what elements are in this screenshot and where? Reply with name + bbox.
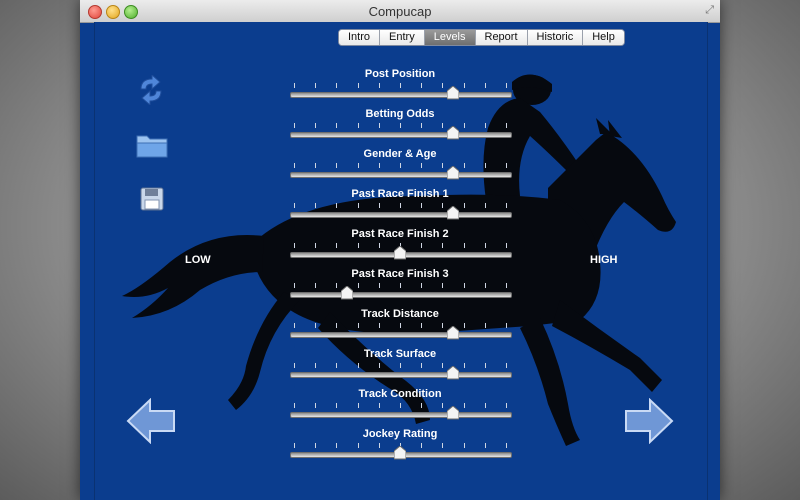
slider-track[interactable] <box>290 132 512 138</box>
tab-bar: Intro Entry Levels Report Historic Help <box>338 29 625 46</box>
slider-label: Betting Odds <box>365 108 435 120</box>
slider-ticks <box>290 123 510 129</box>
slider-ticks <box>290 323 510 329</box>
slider-ticks <box>290 283 510 289</box>
high-label: HIGH <box>590 254 618 266</box>
low-label: LOW <box>185 254 211 266</box>
slider-track[interactable] <box>290 412 512 418</box>
forward-arrow-icon[interactable] <box>624 398 674 444</box>
slider-label: Gender & Age <box>363 148 437 160</box>
tab-levels[interactable]: Levels <box>424 30 476 45</box>
slider-label: Past Race Finish 3 <box>351 268 449 280</box>
slider-ticks <box>290 403 510 409</box>
slider-thumb[interactable] <box>394 446 406 460</box>
title-bar: Compucap ⤢ <box>80 0 720 23</box>
fullscreen-icon[interactable]: ⤢ <box>705 4 714 17</box>
refresh-icon[interactable] <box>137 75 165 105</box>
slider-track[interactable] <box>290 292 512 298</box>
window-title: Compucap <box>368 4 432 19</box>
folder-icon[interactable] <box>136 132 168 158</box>
slider-thumb[interactable] <box>446 86 459 100</box>
slider-label: Past Race Finish 1 <box>351 188 449 200</box>
slider-thumb[interactable] <box>394 246 406 260</box>
slider-track[interactable] <box>290 172 512 178</box>
slider-thumb[interactable] <box>446 166 459 180</box>
tab-report[interactable]: Report <box>475 30 528 45</box>
slider-thumb[interactable] <box>446 406 459 420</box>
slider-label: Track Distance <box>361 308 439 320</box>
slider-track[interactable] <box>290 92 512 98</box>
slider-track[interactable] <box>290 372 512 378</box>
slider-label: Track Surface <box>363 348 437 360</box>
slider-track[interactable] <box>290 332 512 338</box>
slider-label: Past Race Finish 2 <box>351 228 449 240</box>
slider-label: Track Condition <box>358 388 442 400</box>
slider-label: Jockey Rating <box>362 428 438 440</box>
slider-ticks <box>290 163 510 169</box>
tab-intro[interactable]: Intro <box>339 30 381 45</box>
slider-track[interactable] <box>290 212 512 218</box>
slider-ticks <box>290 363 510 369</box>
slider-thumb[interactable] <box>446 206 459 220</box>
tab-help[interactable]: Help <box>583 30 624 45</box>
tab-historic[interactable]: Historic <box>527 30 584 45</box>
slider-ticks <box>290 83 510 89</box>
slider-thumb[interactable] <box>446 366 459 380</box>
slider-label: Post Position <box>364 68 436 80</box>
tab-entry[interactable]: Entry <box>380 30 425 45</box>
slider-thumb[interactable] <box>446 326 459 340</box>
slider-thumb[interactable] <box>446 126 459 140</box>
slider-thumb[interactable] <box>341 286 354 300</box>
slider-ticks <box>290 203 510 209</box>
save-icon[interactable] <box>140 187 164 211</box>
back-arrow-icon[interactable] <box>126 398 176 444</box>
